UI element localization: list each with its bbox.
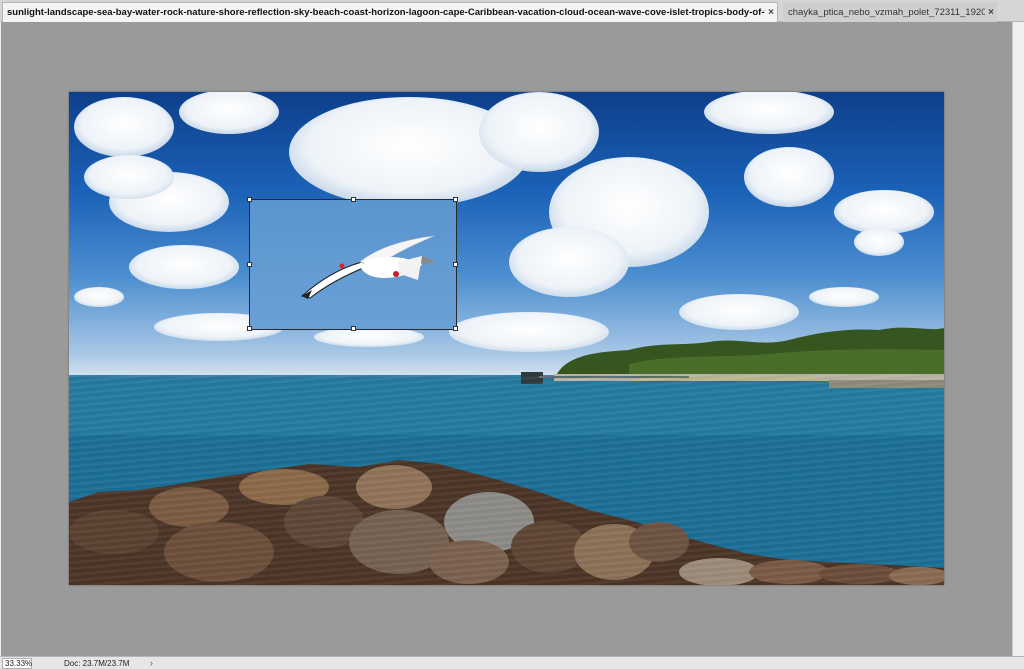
chevron-right-icon[interactable]: ›: [150, 657, 153, 669]
transform-handle-middle-right[interactable]: [453, 262, 458, 267]
transform-handle-middle-left[interactable]: [247, 262, 252, 267]
tab-label: chayka_ptica_nebo_vzmah_polet_72311_1920…: [788, 6, 985, 18]
zoom-level-input[interactable]: 33.33%: [2, 658, 32, 669]
transform-handle-bottom-left[interactable]: [247, 326, 252, 331]
seagull-layer[interactable]: [247, 197, 458, 331]
document-tab-bar: sunlight-landscape-sea-bay-water-rock-na…: [0, 0, 1024, 22]
tab-landscape-document[interactable]: sunlight-landscape-sea-bay-water-rock-na…: [2, 2, 778, 22]
canvas-workspace[interactable]: [1, 22, 1012, 656]
close-icon[interactable]: ×: [765, 7, 777, 18]
document-size-info: Doc: 23.7M/23.7M: [64, 659, 130, 668]
seagull-image: [300, 235, 436, 299]
tab-label: sunlight-landscape-sea-bay-water-rock-na…: [7, 7, 765, 18]
status-bar: 33.33% Doc: 23.7M/23.7M ›: [0, 656, 1024, 669]
transform-handle-bottom-right[interactable]: [453, 326, 458, 331]
clouds: [74, 92, 934, 352]
close-icon[interactable]: ×: [985, 7, 997, 18]
photoshop-window: sunlight-landscape-sea-bay-water-rock-na…: [0, 0, 1024, 669]
document-canvas[interactable]: [69, 92, 944, 585]
transform-handle-top-middle[interactable]: [351, 197, 356, 202]
sea-reflection: [69, 375, 944, 585]
transform-handle-top-right[interactable]: [453, 197, 458, 202]
transform-handle-top-left[interactable]: [247, 197, 252, 202]
vertical-scrollbar[interactable]: [1012, 22, 1024, 656]
transform-handle-bottom-middle[interactable]: [351, 326, 356, 331]
tab-seagull-document[interactable]: chayka_ptica_nebo_vzmah_polet_72311_1920…: [783, 2, 997, 22]
